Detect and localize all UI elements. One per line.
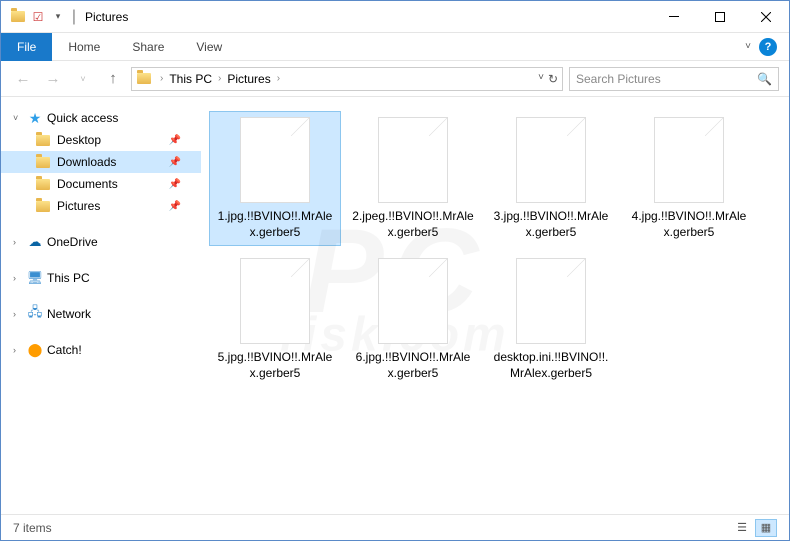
qat-properties-icon[interactable]: ☑	[29, 8, 47, 26]
sidebar-item-label: Catch!	[47, 343, 82, 357]
breadcrumb-thispc[interactable]: This PC	[169, 72, 212, 86]
tab-view[interactable]: View	[180, 33, 238, 61]
cloud-icon: ☁	[27, 234, 43, 250]
search-placeholder: Search Pictures	[576, 72, 661, 86]
catch-icon: ⬤	[27, 342, 43, 358]
chevron-right-icon[interactable]: ›	[214, 73, 225, 84]
qat-dropdown-icon[interactable]: ▾	[49, 8, 67, 26]
file-icon	[654, 117, 724, 203]
file-item[interactable]: 2.jpeg.!!BVINO!!.MrAlex.gerber5	[347, 111, 479, 246]
folder-icon	[35, 154, 51, 170]
file-name: 3.jpg.!!BVINO!!.MrAlex.gerber5	[489, 209, 613, 240]
file-icon	[378, 117, 448, 203]
close-icon	[761, 12, 771, 22]
sidebar-item-label: OneDrive	[47, 235, 98, 249]
title-separator: |	[67, 8, 81, 26]
sidebar-item-pictures[interactable]: Pictures 📌	[1, 195, 201, 217]
file-icon	[516, 258, 586, 344]
recent-dropdown[interactable]: ˅	[71, 67, 95, 91]
pin-icon: 📌	[169, 179, 189, 190]
pc-icon: 🖥	[27, 270, 43, 286]
sidebar-network[interactable]: › 🖧 Network	[1, 303, 201, 325]
status-bar: 7 items ☰ ▦	[1, 514, 789, 540]
file-name: 4.jpg.!!BVINO!!.MrAlex.gerber5	[627, 209, 751, 240]
maximize-button[interactable]	[697, 1, 743, 33]
sidebar-item-label: This PC	[47, 271, 90, 285]
pin-icon: 📌	[169, 201, 189, 212]
sidebar-quickaccess-label: Quick access	[47, 111, 118, 125]
file-icon	[516, 117, 586, 203]
pin-icon: 📌	[169, 157, 189, 168]
back-button[interactable]: ←	[11, 67, 35, 91]
star-icon: ★	[27, 110, 43, 126]
chevron-right-icon[interactable]: ›	[156, 73, 167, 84]
address-bar: ← → ˅ ↑ › This PC › Pictures › ˅ ↻ Searc…	[1, 61, 789, 97]
sidebar-item-desktop[interactable]: Desktop 📌	[1, 129, 201, 151]
file-item[interactable]: 3.jpg.!!BVINO!!.MrAlex.gerber5	[485, 111, 617, 246]
titlebar: ☑ ▾ | Pictures	[1, 1, 789, 33]
chevron-right-icon[interactable]: ›	[273, 73, 284, 84]
breadcrumb[interactable]: › This PC › Pictures › ˅ ↻	[131, 67, 563, 91]
file-tab[interactable]: File	[1, 33, 52, 61]
content-pane[interactable]: 1.jpg.!!BVINO!!.MrAlex.gerber5 2.jpeg.!!B…	[201, 97, 789, 507]
minimize-icon	[669, 16, 679, 17]
chevron-right-icon: ›	[13, 309, 23, 319]
net-icon: 🖧	[27, 306, 43, 322]
breadcrumb-folder-icon	[136, 71, 152, 87]
sidebar-item-label: Downloads	[57, 155, 116, 169]
file-item[interactable]: 6.jpg.!!BVINO!!.MrAlex.gerber5	[347, 252, 479, 387]
chevron-right-icon: ›	[13, 345, 23, 355]
sidebar: ˅ ★ Quick access Desktop📌Downloads📌Docum…	[1, 97, 201, 507]
ribbon: File Home Share View ˅ ?	[1, 33, 789, 61]
sidebar-onedrive[interactable]: › ☁ OneDrive	[1, 231, 201, 253]
refresh-icon[interactable]: ↻	[548, 72, 558, 86]
app-icon	[9, 8, 27, 26]
up-button[interactable]: ↑	[101, 67, 125, 91]
file-name: 2.jpeg.!!BVINO!!.MrAlex.gerber5	[351, 209, 475, 240]
file-name: 6.jpg.!!BVINO!!.MrAlex.gerber5	[351, 350, 475, 381]
file-icon	[378, 258, 448, 344]
file-name: desktop.ini.!!BVINO!!.MrAlex.gerber5	[489, 350, 613, 381]
pin-icon: 📌	[169, 135, 189, 146]
sidebar-quickaccess[interactable]: ˅ ★ Quick access	[1, 107, 201, 129]
breadcrumb-pictures[interactable]: Pictures	[227, 72, 270, 86]
file-name: 5.jpg.!!BVINO!!.MrAlex.gerber5	[213, 350, 337, 381]
close-button[interactable]	[743, 1, 789, 33]
tab-home[interactable]: Home	[52, 33, 116, 61]
sidebar-this pc[interactable]: › 🖥 This PC	[1, 267, 201, 289]
ribbon-expand-icon[interactable]: ˅	[745, 41, 751, 52]
status-count: 7 items	[13, 521, 52, 535]
search-icon: 🔍	[757, 72, 772, 86]
maximize-icon	[715, 12, 725, 22]
folder-icon	[35, 176, 51, 192]
view-details-button[interactable]: ☰	[731, 519, 753, 537]
sidebar-item-label: Network	[47, 307, 91, 321]
breadcrumb-dropdown-icon[interactable]: ˅	[538, 72, 544, 86]
chevron-right-icon: ›	[13, 237, 23, 247]
file-item[interactable]: 1.jpg.!!BVINO!!.MrAlex.gerber5	[209, 111, 341, 246]
chevron-down-icon: ˅	[13, 113, 23, 123]
sidebar-item-label: Pictures	[57, 199, 100, 213]
sidebar-item-downloads[interactable]: Downloads 📌	[1, 151, 201, 173]
forward-button[interactable]: →	[41, 67, 65, 91]
sidebar-catch![interactable]: › ⬤ Catch!	[1, 339, 201, 361]
file-item[interactable]: desktop.ini.!!BVINO!!.MrAlex.gerber5	[485, 252, 617, 387]
file-name: 1.jpg.!!BVINO!!.MrAlex.gerber5	[213, 209, 337, 240]
search-input[interactable]: Search Pictures 🔍	[569, 67, 779, 91]
folder-icon	[35, 198, 51, 214]
sidebar-item-label: Documents	[57, 177, 118, 191]
tab-share[interactable]: Share	[116, 33, 180, 61]
file-icon	[240, 117, 310, 203]
folder-icon	[35, 132, 51, 148]
help-icon[interactable]: ?	[759, 38, 777, 56]
sidebar-item-label: Desktop	[57, 133, 101, 147]
chevron-right-icon: ›	[13, 273, 23, 283]
sidebar-item-documents[interactable]: Documents 📌	[1, 173, 201, 195]
file-item[interactable]: 5.jpg.!!BVINO!!.MrAlex.gerber5	[209, 252, 341, 387]
minimize-button[interactable]	[651, 1, 697, 33]
view-icons-button[interactable]: ▦	[755, 519, 777, 537]
file-icon	[240, 258, 310, 344]
window-title: Pictures	[81, 10, 128, 24]
file-item[interactable]: 4.jpg.!!BVINO!!.MrAlex.gerber5	[623, 111, 755, 246]
